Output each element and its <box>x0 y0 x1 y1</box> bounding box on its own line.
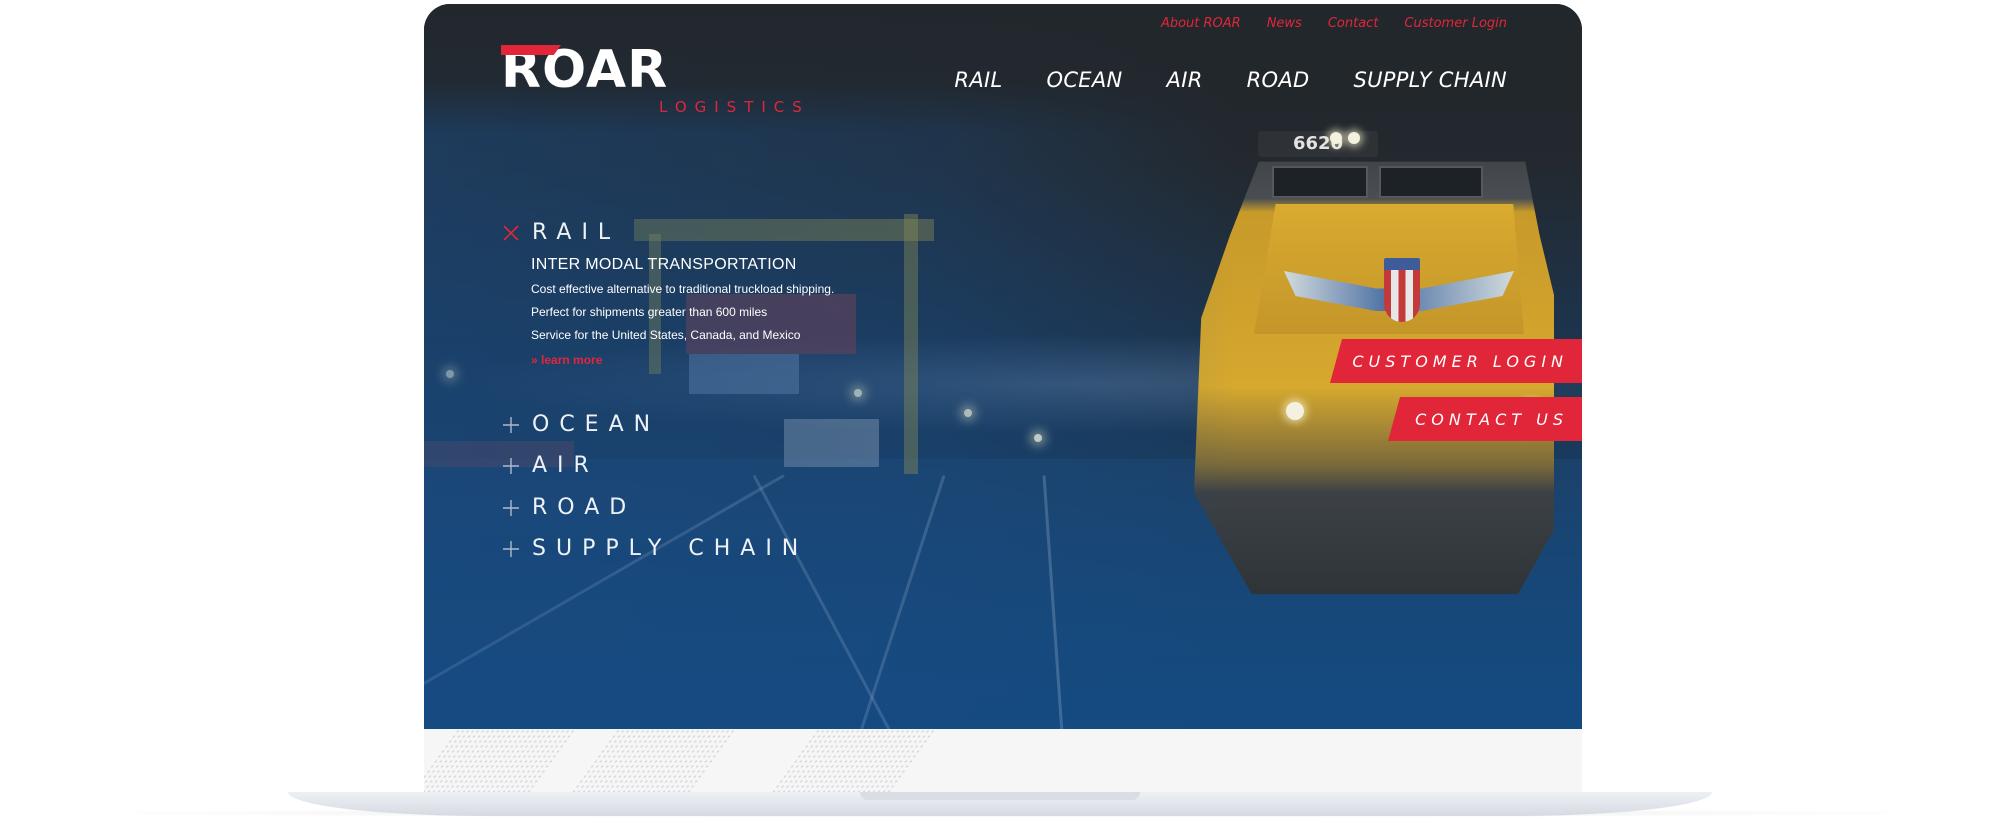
service-title-air: AIR <box>532 453 599 478</box>
nav-road[interactable]: ROAD <box>1247 68 1310 92</box>
gantry-crane <box>634 219 934 241</box>
below-hero-section <box>424 729 1582 792</box>
yard-light <box>964 409 972 417</box>
nav-air[interactable]: AIR <box>1167 68 1203 92</box>
rail-heading: INTER MODAL TRANSPORTATION <box>531 256 797 273</box>
service-title-ocean: OCEAN <box>532 412 661 437</box>
rail-description-line: Service for the United States, Canada, a… <box>531 328 801 342</box>
logo-subtitle: LOGISTICS <box>659 98 810 116</box>
locomotive-window <box>1272 166 1368 198</box>
yard-light <box>1034 434 1042 442</box>
service-title-supply-chain: SUPPLY CHAIN <box>532 536 809 561</box>
laptop-notch <box>860 792 1140 800</box>
util-link-contact[interactable]: Contact <box>1328 16 1379 31</box>
service-item-ocean[interactable]: OCEAN <box>502 412 660 437</box>
shipping-container <box>784 419 879 467</box>
main-nav: RAIL OCEAN AIR ROAD SUPPLY CHAIN <box>954 68 1507 92</box>
decorative-stripe <box>571 729 737 792</box>
util-link-customer-login[interactable]: Customer Login <box>1404 16 1507 31</box>
learn-more-link[interactable]: » learn more <box>531 353 602 367</box>
service-item-air[interactable]: AIR <box>502 453 599 478</box>
util-link-news[interactable]: News <box>1267 16 1302 31</box>
page: 6620 About ROAR News Contact Customer Lo… <box>0 0 2000 825</box>
decorative-stripe <box>424 729 577 792</box>
nav-rail[interactable]: RAIL <box>954 68 1002 92</box>
rail-description-line: Perfect for shipments greater than 600 m… <box>531 305 768 319</box>
locomotive-window <box>1379 166 1483 198</box>
service-item-supply-chain[interactable]: SUPPLY CHAIN <box>502 536 808 561</box>
roar-logo[interactable]: ROAR LOGISTICS <box>501 42 821 122</box>
service-item-road[interactable]: ROAD <box>502 495 636 520</box>
nav-supply-chain[interactable]: SUPPLY CHAIN <box>1353 68 1507 92</box>
website-hero: 6620 About ROAR News Contact Customer Lo… <box>424 4 1582 729</box>
plus-icon[interactable] <box>502 540 520 558</box>
close-icon[interactable] <box>502 224 520 242</box>
service-item-rail[interactable]: RAIL <box>502 220 620 245</box>
util-link-about[interactable]: About ROAR <box>1161 16 1241 31</box>
union-pacific-shield <box>1384 258 1420 322</box>
contact-us-button[interactable]: CONTACT US <box>1388 397 1582 441</box>
rail-detail-panel: INTER MODAL TRANSPORTATION Cost effectiv… <box>531 256 951 369</box>
logo-red-swoosh <box>501 45 561 55</box>
customer-login-button[interactable]: CUSTOMER LOGIN <box>1330 339 1582 383</box>
laptop-screen: 6620 About ROAR News Contact Customer Lo… <box>424 4 1582 792</box>
locomotive-headlight <box>1286 402 1304 420</box>
rail-description-line: Cost effective alternative to traditiona… <box>531 282 835 296</box>
locomotive-number: 6620 <box>1258 131 1378 157</box>
service-title-rail: RAIL <box>532 220 621 245</box>
yard-light <box>446 370 454 378</box>
plus-icon[interactable] <box>502 416 520 434</box>
plus-icon[interactable] <box>502 457 520 475</box>
yard-light <box>854 389 862 397</box>
decorative-stripe <box>771 729 937 792</box>
plus-icon[interactable] <box>502 499 520 517</box>
service-title-road: ROAD <box>532 495 637 520</box>
utility-nav: About ROAR News Contact Customer Login <box>1161 16 1507 31</box>
nav-ocean[interactable]: OCEAN <box>1046 68 1122 92</box>
